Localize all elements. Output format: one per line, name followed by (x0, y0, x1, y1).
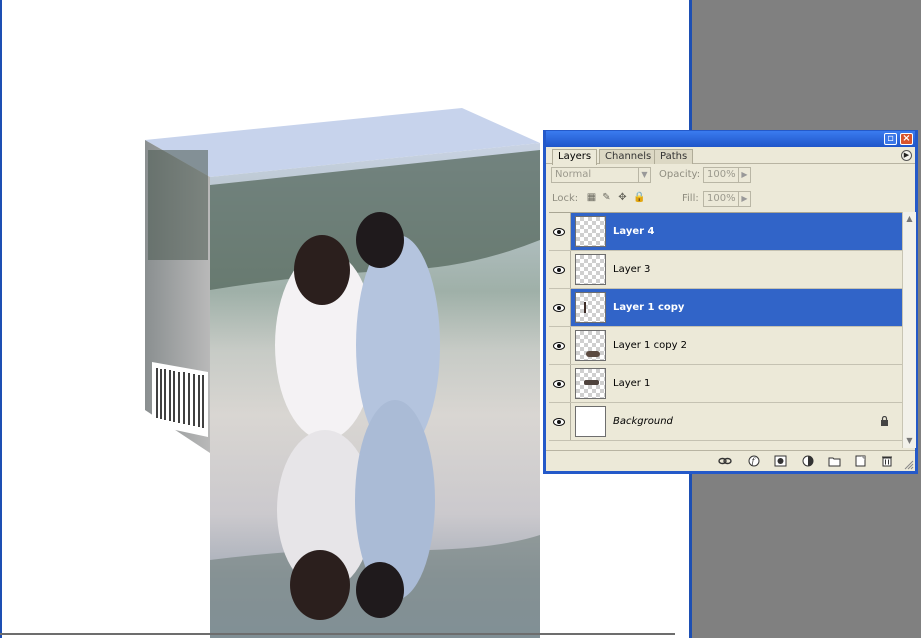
link-layers-icon[interactable] (718, 455, 732, 467)
palette-title-bar[interactable]: ▫ × (546, 131, 915, 147)
layer-row-layer-1-copy[interactable]: Layer 1 copy (549, 289, 902, 327)
opacity-slider-arrow-icon[interactable]: ▶ (738, 168, 750, 182)
eye-icon (553, 228, 565, 236)
close-button[interactable]: × (900, 133, 913, 145)
scroll-down-icon[interactable]: ▼ (903, 434, 916, 448)
blend-mode-value: Normal (555, 169, 592, 180)
layer-row-background[interactable]: Background (549, 403, 902, 441)
lock-pixels-icon[interactable]: ✎ (601, 192, 612, 203)
delete-layer-icon[interactable] (880, 455, 894, 467)
layer-mask-icon[interactable] (774, 455, 788, 467)
layer-thumbnail (575, 254, 606, 285)
side-trees (148, 150, 208, 260)
layer-name: Layer 1 copy 2 (613, 340, 688, 351)
visibility-toggle[interactable] (549, 365, 571, 402)
resize-grip-icon[interactable] (904, 460, 914, 470)
tab-layers[interactable]: Layers (552, 149, 598, 165)
palette-tabs: Layers Channels Paths (546, 147, 915, 165)
layers-palette[interactable]: ▫ × Layers Channels Paths ▶ Normal ▼ Opa… (543, 130, 918, 474)
layer-thumbnail (575, 406, 606, 437)
layer-thumbnail (575, 292, 606, 323)
layer-list[interactable]: Layer 4 Layer 3 Layer 1 copy Layer 1 cop… (549, 212, 902, 448)
fill-label: Fill: (682, 193, 699, 204)
lock-position-icon[interactable]: ✥ (617, 192, 628, 203)
new-layer-icon[interactable] (854, 455, 868, 467)
canvas-edge (0, 633, 675, 635)
opacity-value: 100% (707, 169, 736, 180)
eye-icon (553, 418, 565, 426)
palette-bottom-toolbar: f (546, 450, 915, 471)
photo-figures (275, 212, 440, 620)
blend-mode-select[interactable]: Normal ▼ (551, 167, 651, 183)
minimize-button[interactable]: ▫ (884, 133, 897, 145)
layer-style-icon[interactable]: f (748, 455, 762, 467)
visibility-toggle[interactable] (549, 251, 571, 288)
layer-list-scrollbar[interactable]: ▲ ▼ (902, 212, 916, 448)
chevron-down-icon: ▼ (638, 168, 650, 182)
visibility-toggle[interactable] (549, 213, 571, 250)
lock-icon (881, 416, 888, 426)
fill-slider-arrow-icon[interactable]: ▶ (738, 192, 750, 206)
scroll-up-icon[interactable]: ▲ (903, 212, 916, 226)
layer-thumbnail (575, 216, 606, 247)
layer-name: Background (613, 416, 673, 427)
tab-paths[interactable]: Paths (654, 149, 694, 164)
layer-name: Layer 3 (613, 264, 651, 275)
lock-label: Lock: (552, 193, 579, 204)
new-group-icon[interactable] (828, 455, 842, 467)
lock-all-icon[interactable]: 🔒 (633, 192, 645, 203)
layer-row-layer-1[interactable]: Layer 1 (549, 365, 902, 403)
layer-row-layer-1-copy-2[interactable]: Layer 1 copy 2 (549, 327, 902, 365)
layer-thumbnail (575, 368, 606, 399)
layer-thumbnail (575, 330, 606, 361)
layer-name: Layer 4 (613, 226, 655, 237)
fill-field[interactable]: 100% ▶ (703, 191, 751, 207)
layer-name: Layer 1 (613, 378, 651, 389)
eye-icon (553, 266, 565, 274)
opacity-field[interactable]: 100% ▶ (703, 167, 751, 183)
palette-menu-icon[interactable]: ▶ (901, 150, 912, 161)
visibility-toggle[interactable] (549, 403, 571, 440)
layer-row-layer-4[interactable]: Layer 4 (549, 213, 902, 251)
eye-icon (553, 380, 565, 388)
visibility-toggle[interactable] (549, 289, 571, 326)
opacity-label: Opacity: (659, 169, 701, 180)
lock-transparency-icon[interactable]: ▦ (586, 192, 597, 203)
visibility-toggle[interactable] (549, 327, 571, 364)
layer-row-layer-3[interactable]: Layer 3 (549, 251, 902, 289)
layer-name: Layer 1 copy (613, 302, 685, 313)
eye-icon (553, 304, 565, 312)
fill-value: 100% (707, 193, 736, 204)
adjustment-layer-icon[interactable] (802, 455, 816, 467)
eye-icon (553, 342, 565, 350)
tab-channels[interactable]: Channels (599, 149, 658, 164)
barcode-icon (152, 362, 208, 437)
